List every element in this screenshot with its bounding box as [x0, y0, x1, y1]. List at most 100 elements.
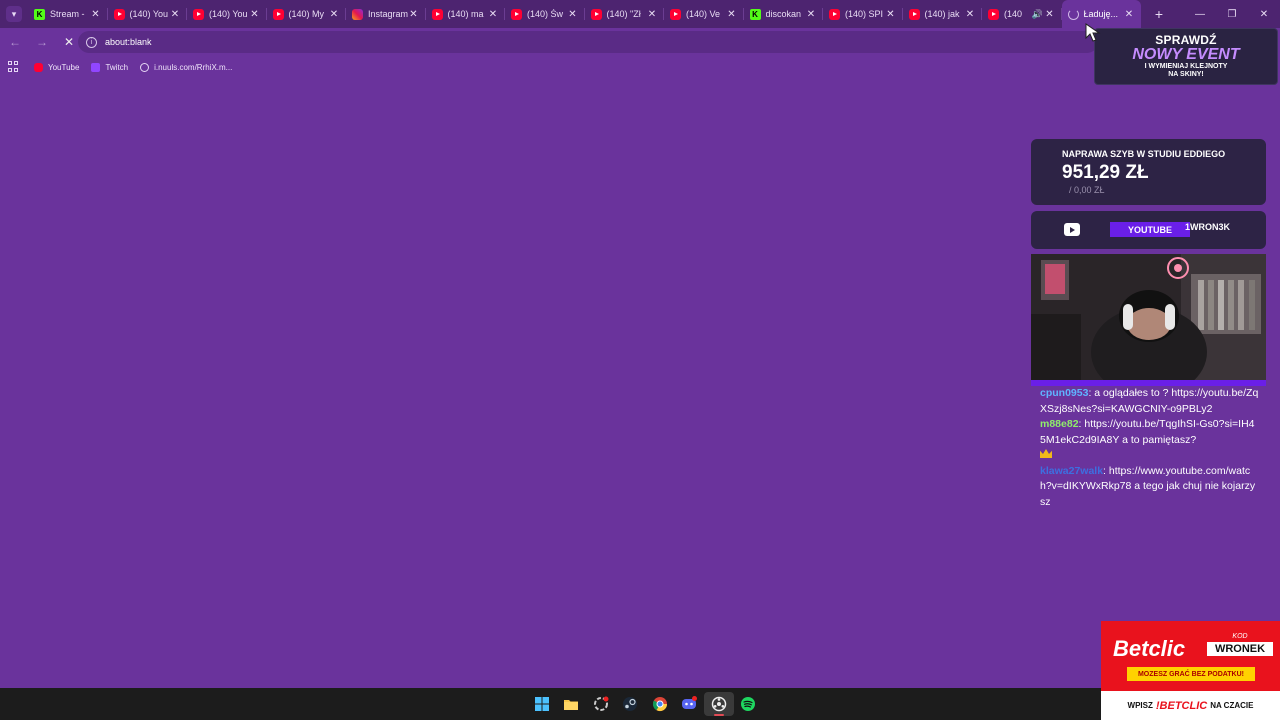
close-window-icon[interactable]: ✕ [1248, 0, 1280, 28]
bookmark-youtube[interactable]: YouTube [34, 62, 80, 72]
taskbar [0, 688, 1101, 720]
tab[interactable]: (140) SPI ✕ [823, 0, 903, 28]
bookmark-twitch[interactable]: Twitch [91, 62, 128, 72]
tab-close-icon[interactable]: ✕ [90, 9, 102, 20]
promo-code: WRONEK [1207, 642, 1273, 656]
tab-close-icon[interactable]: ✕ [1044, 9, 1056, 20]
goal-amount: 951,29 ZŁ [1062, 162, 1149, 183]
tab-close-icon[interactable]: ✕ [249, 9, 261, 20]
betclic-command-brand: !BETCLIC [1155, 699, 1208, 712]
youtube-icon [113, 8, 125, 20]
tab-close-icon[interactable]: ✕ [328, 9, 340, 20]
youtube-icon [590, 8, 602, 20]
tab-close-icon[interactable]: ✕ [726, 9, 738, 20]
goal-title: NAPRAWA SZYB W STUDIU EDDIEGO [1062, 149, 1226, 159]
tab[interactable]: (140) "Zł ✕ [585, 0, 665, 28]
tab-close-icon[interactable]: ✕ [1123, 9, 1135, 20]
apps-grid-icon[interactable] [8, 61, 20, 73]
youtube-icon [908, 8, 920, 20]
steam-icon[interactable] [616, 692, 646, 716]
new-tab-button[interactable]: + [1147, 6, 1171, 22]
social-card: YOUTUBE 1WRON3K [1031, 211, 1266, 249]
obs-app-icon[interactable] [704, 692, 734, 716]
goal-target: / 0,00 ZŁ [1069, 185, 1105, 195]
loading-spinner-icon [1067, 8, 1079, 20]
tab-title: (140) ma [447, 9, 484, 19]
event-line-3a: I WYMIENIAJ KLEJNOTY [1144, 63, 1228, 70]
kick-icon: K [34, 8, 45, 20]
tab[interactable]: (140 🔊 ✕ [982, 0, 1062, 28]
event-line-1: SPRAWDŹ [1155, 33, 1217, 47]
youtube-icon [431, 8, 443, 20]
tab-title: Instagram [368, 9, 408, 19]
tab[interactable]: Kdiscokan ✕ [744, 0, 824, 28]
betclic-ad: Betclic KOD WRONEK MOZESZ GRAĆ BEZ PODAT… [1101, 621, 1280, 720]
kick-icon: K [749, 8, 761, 20]
address-bar[interactable]: i about:blank [78, 31, 1098, 53]
promo-code-label: KOD [1232, 633, 1248, 640]
bookmark-label: YouTube [48, 62, 80, 72]
file-explorer-icon[interactable] [557, 692, 587, 716]
tab[interactable]: (140) You ✕ [108, 0, 188, 28]
tab-close-icon[interactable]: ✕ [885, 9, 897, 20]
chat-feed: cpun0953: a oglądałes to ? https://youtu… [1040, 386, 1260, 510]
tab[interactable]: (140) ma ✕ [426, 0, 506, 28]
tab-close-icon[interactable]: ✕ [964, 9, 976, 20]
tab[interactable]: (140) Św ✕ [505, 0, 585, 28]
tab[interactable]: (140) Ve ✕ [664, 0, 744, 28]
bookmark-nuuls[interactable]: i.nuuls.com/RrhiX.m... [140, 62, 233, 72]
site-info-icon[interactable]: i [86, 36, 97, 48]
betclic-command-pre: WPISZ [1127, 701, 1153, 710]
crown-badge-icon [1040, 449, 1052, 458]
betclic-command-post: NA CZACIE [1210, 701, 1254, 710]
tab-close-icon[interactable]: ✕ [567, 9, 579, 20]
platform-badge: YOUTUBE [1110, 222, 1190, 237]
tab-close-icon[interactable]: ✕ [408, 9, 420, 20]
tab-title: (140 [1004, 9, 1023, 19]
event-banner: SPRAWDŹ NOWY EVENT I WYMIENIAJ KLEJNOTY … [1094, 28, 1278, 85]
tab-title: (140) "Zł [606, 9, 641, 19]
tab-close-icon[interactable]: ✕ [169, 9, 181, 20]
tab-title: Ładuję... [1083, 9, 1119, 19]
tab-title: (140) You [129, 9, 169, 19]
tab-close-icon[interactable]: ✕ [646, 9, 658, 20]
webcam-feed [1031, 254, 1266, 386]
youtube-icon [670, 8, 681, 20]
forward-icon[interactable]: → [30, 30, 54, 54]
spotify-icon[interactable] [734, 692, 764, 716]
bookmarks-bar: YouTube Twitch i.nuuls.com/RrhiX.m... [0, 56, 1280, 78]
tab-close-icon[interactable]: ✕ [487, 9, 499, 20]
speaker-icon[interactable]: 🔊 [1032, 9, 1044, 20]
url-text[interactable]: about:blank [105, 37, 152, 47]
tab[interactable]: (140) jak ✕ [903, 0, 983, 28]
chat-message: m88e82: https://youtu.be/TqgIhSI-Gs0?si=… [1040, 417, 1260, 464]
youtube-icon [988, 8, 999, 20]
back-icon[interactable]: ← [3, 30, 27, 54]
tab-title: (140) Św [527, 9, 564, 19]
tab[interactable]: (140) You ✕ [187, 0, 267, 28]
chat-message: klawa27walk: https://www.youtube.com/wat… [1040, 464, 1260, 511]
restore-icon[interactable]: ❐ [1216, 0, 1248, 28]
chat-username: klawa27walk [1040, 464, 1104, 477]
discord-icon[interactable] [675, 692, 705, 716]
donation-goal-card: NAPRAWA SZYB W STUDIU EDDIEGO 951,29 ZŁ … [1031, 139, 1266, 205]
tab-title: (140) Ve [686, 9, 721, 19]
tab-close-icon[interactable]: ✕ [805, 9, 817, 20]
minimize-icon[interactable]: — [1184, 0, 1216, 28]
youtube-icon [829, 8, 840, 20]
app-update-icon[interactable] [586, 692, 616, 716]
windows-start-icon[interactable] [527, 692, 557, 716]
tab-title: (140) My [288, 9, 325, 19]
tab-title: (140) jak [924, 9, 960, 19]
chrome-icon[interactable] [645, 692, 675, 716]
tab-title: discokan [765, 9, 802, 19]
tab[interactable]: K Stream - ✕ [28, 0, 108, 28]
tab[interactable]: Instagram ✕ [346, 0, 426, 28]
tab-search-icon[interactable]: ▾ [6, 6, 22, 22]
promo-code-box: KOD WRONEK [1207, 633, 1273, 663]
chat-message: cpun0953: a oglądałes to ? https://youtu… [1040, 386, 1260, 417]
event-line-2: NOWY EVENT [1132, 46, 1240, 63]
chat-username: cpun0953 [1040, 387, 1089, 399]
tab[interactable]: (140) My ✕ [267, 0, 347, 28]
bookmark-label: i.nuuls.com/RrhiX.m... [154, 62, 233, 72]
